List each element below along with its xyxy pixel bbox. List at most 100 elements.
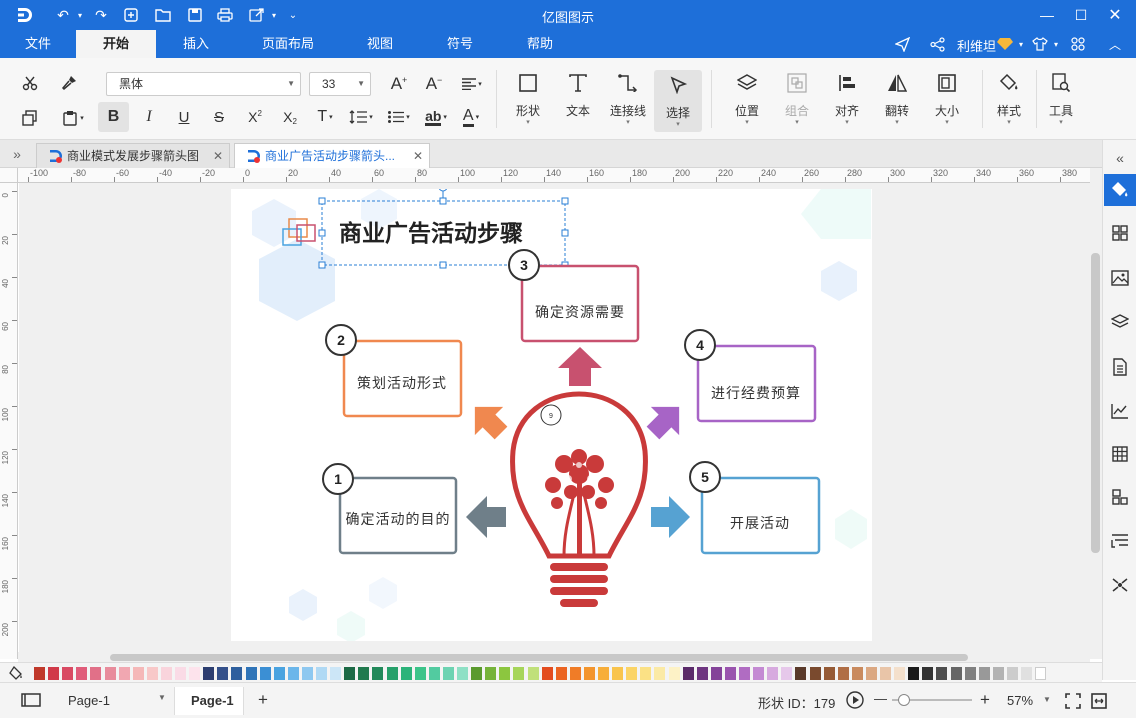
- color-swatch[interactable]: [457, 667, 468, 680]
- color-swatch[interactable]: [865, 667, 877, 680]
- expand-panel-icon[interactable]: »: [8, 145, 26, 163]
- theme-dropdown-icon[interactable]: ▾: [1046, 34, 1066, 54]
- color-swatch[interactable]: [414, 667, 426, 680]
- color-swatch[interactable]: [880, 667, 891, 680]
- maximize-button[interactable]: ☐: [1064, 0, 1098, 30]
- color-swatch[interactable]: [612, 667, 624, 680]
- color-swatch[interactable]: [724, 667, 736, 680]
- color-swatch[interactable]: [160, 667, 172, 680]
- color-swatch[interactable]: [301, 667, 313, 680]
- color-swatch[interactable]: [330, 667, 342, 680]
- close-icon[interactable]: ✕: [413, 144, 423, 168]
- play-icon[interactable]: [846, 691, 864, 709]
- vertical-scroll-thumb[interactable]: [1091, 253, 1100, 553]
- color-swatch[interactable]: [132, 667, 144, 680]
- color-swatch[interactable]: [90, 667, 102, 680]
- color-swatch[interactable]: [851, 667, 863, 680]
- menu-symbols[interactable]: 符号: [435, 30, 485, 58]
- color-swatch[interactable]: [992, 667, 1004, 680]
- zoom-slider-handle[interactable]: [898, 694, 910, 706]
- decrease-font-icon[interactable]: A −: [421, 72, 447, 96]
- color-swatch[interactable]: [555, 667, 567, 680]
- color-swatch[interactable]: [739, 667, 750, 680]
- page-properties-icon[interactable]: [1104, 351, 1136, 383]
- bullet-list-icon[interactable]: ▾: [384, 105, 414, 129]
- fill-bucket-icon[interactable]: [8, 665, 24, 681]
- color-swatch[interactable]: [499, 667, 511, 680]
- user-name[interactable]: 利维坦: [957, 36, 996, 55]
- superscript-icon[interactable]: X2: [242, 105, 268, 129]
- color-swatch[interactable]: [62, 667, 74, 680]
- share-icon[interactable]: [927, 34, 947, 54]
- position-button[interactable]: 位置 ▾: [723, 68, 771, 130]
- arrow-up-left[interactable]: [461, 393, 515, 447]
- color-swatch[interactable]: [287, 667, 299, 680]
- copy-icon[interactable]: [17, 106, 43, 130]
- close-icon[interactable]: ✕: [213, 144, 223, 168]
- chart-data-icon[interactable]: [1104, 395, 1136, 427]
- menu-file[interactable]: 文件: [12, 30, 64, 58]
- shape-library-icon[interactable]: [1104, 217, 1136, 249]
- flip-button[interactable]: 翻转 ▾: [873, 68, 921, 130]
- color-swatch[interactable]: [428, 667, 440, 680]
- color-swatch[interactable]: [76, 667, 88, 680]
- color-swatch[interactable]: [837, 667, 849, 680]
- font-family-select[interactable]: 黑体 ▼: [106, 72, 301, 96]
- color-swatch[interactable]: [795, 667, 807, 680]
- color-swatch[interactable]: [118, 667, 130, 680]
- highlight-icon[interactable]: ab ▾: [419, 105, 453, 129]
- color-swatch[interactable]: [175, 667, 186, 680]
- page-select-label[interactable]: Page-1: [68, 693, 110, 708]
- add-page-icon[interactable]: +: [258, 690, 268, 710]
- color-swatch[interactable]: [358, 667, 370, 680]
- color-swatch[interactable]: [1021, 667, 1032, 680]
- fullscreen-icon[interactable]: [1090, 692, 1108, 710]
- color-swatch[interactable]: [273, 667, 285, 680]
- arrow-up-right[interactable]: [639, 393, 693, 447]
- menu-page-layout[interactable]: 页面布局: [250, 30, 326, 58]
- layers-panel-icon[interactable]: [1104, 306, 1136, 338]
- text-case-icon[interactable]: T ▾: [310, 105, 340, 129]
- arrow-right[interactable]: [651, 496, 690, 538]
- color-swatch[interactable]: [753, 667, 765, 680]
- color-swatch[interactable]: [259, 667, 271, 680]
- arrow-up[interactable]: [558, 347, 602, 386]
- color-swatch[interactable]: [922, 667, 934, 680]
- minimize-button[interactable]: —: [1030, 0, 1064, 30]
- horizontal-scroll-thumb[interactable]: [110, 654, 968, 661]
- zoom-in-icon[interactable]: +: [980, 690, 990, 710]
- color-swatch[interactable]: [809, 667, 821, 680]
- strikethrough-icon[interactable]: S: [207, 105, 231, 129]
- page-tab-label[interactable]: Page-1: [191, 693, 234, 708]
- size-button[interactable]: 大小 ▾: [923, 68, 971, 130]
- paste-icon[interactable]: ▾: [56, 106, 90, 130]
- tools-button[interactable]: 工具 ▾: [1037, 68, 1085, 130]
- org-chart-icon[interactable]: [1104, 481, 1136, 513]
- color-swatch[interactable]: [978, 667, 990, 680]
- color-swatch[interactable]: [710, 667, 722, 680]
- mind-map-icon[interactable]: [1104, 569, 1136, 601]
- color-swatch[interactable]: [894, 667, 906, 680]
- align-button[interactable]: 对齐 ▾: [823, 68, 871, 130]
- color-swatch[interactable]: [48, 667, 60, 680]
- diagram-title[interactable]: 商业广告活动步骤: [339, 220, 523, 247]
- shape-button[interactable]: 形状 ▾: [504, 68, 552, 130]
- italic-icon[interactable]: I: [137, 105, 161, 129]
- fit-page-icon[interactable]: [1064, 692, 1082, 710]
- step-5-box[interactable]: 开展活动 5: [689, 461, 821, 555]
- color-swatch[interactable]: [316, 667, 327, 680]
- color-swatch[interactable]: [485, 667, 497, 680]
- color-swatch[interactable]: [442, 667, 454, 680]
- menu-insert[interactable]: 插入: [166, 30, 226, 58]
- color-swatch[interactable]: [104, 667, 116, 680]
- color-swatch[interactable]: [400, 667, 412, 680]
- step-4-box[interactable]: 进行经费预算 4: [684, 329, 817, 423]
- drawing-canvas[interactable]: 商业广告活动步骤 确定资源需要 3 策划活动形式 2 进行经费预算 4 确定活动…: [19, 183, 1090, 659]
- fill-style-icon[interactable]: [1104, 174, 1136, 206]
- color-swatch[interactable]: [598, 667, 609, 680]
- arrow-left[interactable]: [466, 496, 506, 538]
- collapse-ribbon-icon[interactable]: ︿: [1105, 34, 1125, 54]
- color-swatch[interactable]: [668, 667, 680, 680]
- menu-home[interactable]: 开始: [76, 30, 156, 58]
- color-swatch[interactable]: [34, 667, 45, 680]
